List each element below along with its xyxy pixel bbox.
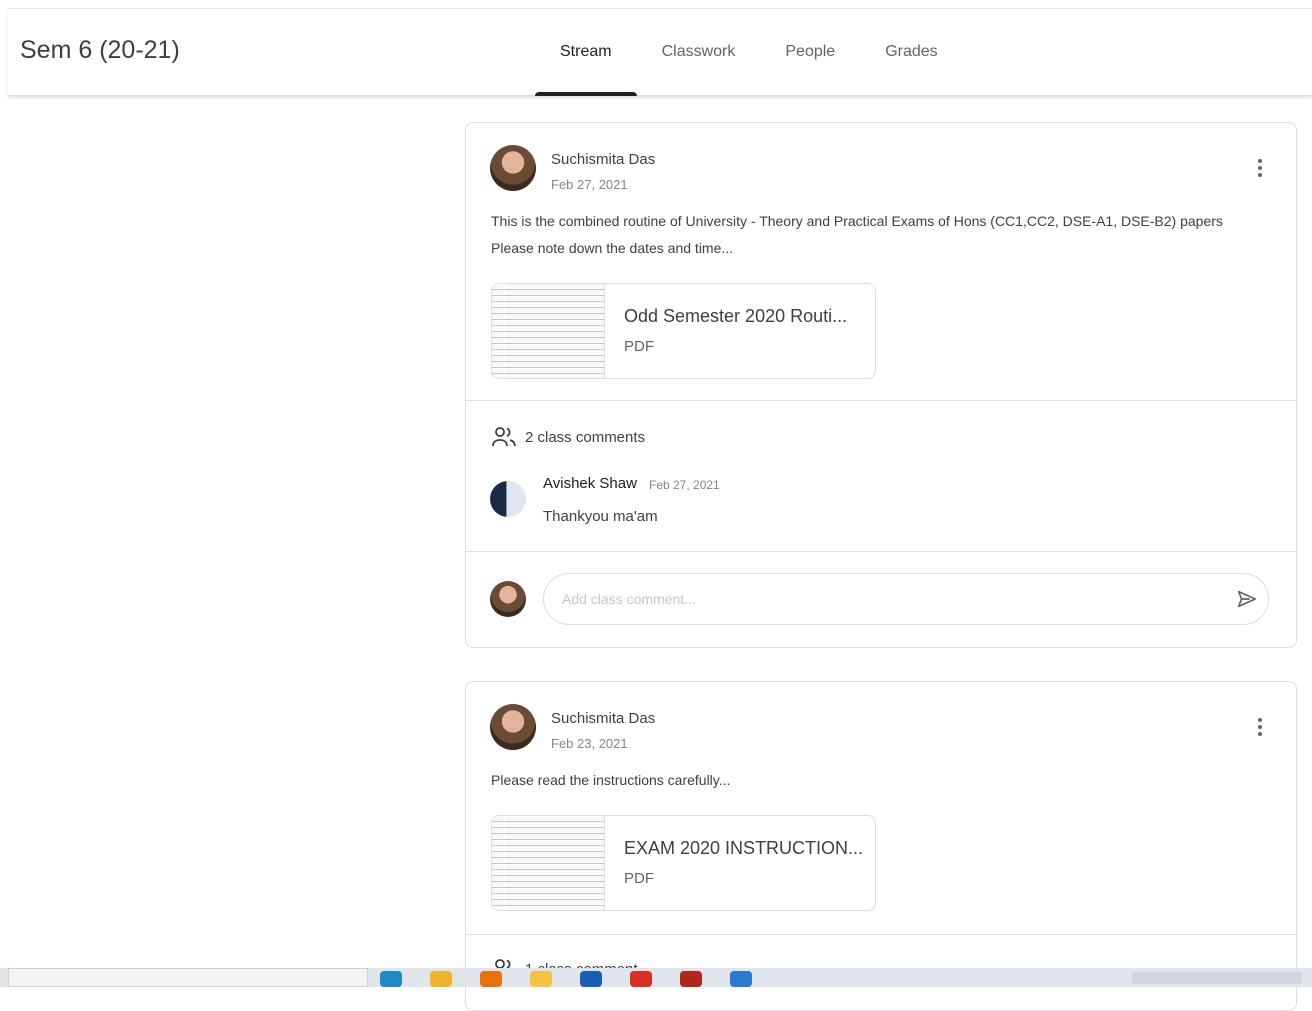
more-vert-icon[interactable]: [1250, 153, 1270, 183]
os-taskbar: [0, 968, 1312, 987]
taskbar-search-box[interactable]: [8, 968, 368, 987]
avatar: [490, 581, 526, 617]
system-tray[interactable]: [1132, 972, 1302, 984]
send-icon[interactable]: [1231, 583, 1263, 615]
post-date: Feb 23, 2021: [551, 736, 628, 751]
attachment-type: PDF: [624, 338, 654, 355]
post-body-line: Please read the instructions carefully..…: [491, 772, 731, 788]
avatar: [490, 145, 536, 191]
taskbar-app-icon[interactable]: [680, 971, 702, 987]
post-date: Feb 27, 2021: [551, 177, 628, 192]
tab-people[interactable]: People: [760, 9, 860, 95]
taskbar-app-icon[interactable]: [430, 971, 452, 987]
class-comments-link[interactable]: 2 class comments: [491, 425, 645, 449]
tab-stream[interactable]: Stream: [535, 9, 637, 96]
stream-post: Suchismita Das Feb 23, 2021 Please read …: [465, 681, 1297, 1011]
commenter-avatar: [490, 481, 526, 517]
comment-text: Thankyou ma'am: [543, 508, 658, 525]
divider: [466, 400, 1296, 401]
pdf-thumbnail: [492, 816, 605, 910]
comment-author: Avishek Shaw: [543, 475, 637, 492]
taskbar-app-icon[interactable]: [580, 971, 602, 987]
post-body-line: This is the combined routine of Universi…: [491, 213, 1223, 229]
divider: [466, 551, 1296, 552]
comment-date: Feb 27, 2021: [649, 478, 720, 492]
pdf-thumbnail: [492, 284, 605, 378]
attachment-title: EXAM 2020 INSTRUCTION...: [624, 838, 864, 858]
post-author: Suchismita Das: [551, 710, 656, 727]
divider: [466, 934, 1296, 935]
attachment-card[interactable]: EXAM 2020 INSTRUCTION... PDF: [491, 815, 876, 911]
class-header: Sem 6 (20-21) Stream Classwork People Gr…: [8, 8, 1312, 96]
attachment-type: PDF: [624, 870, 654, 887]
people-icon: [492, 427, 516, 447]
taskbar-app-icon[interactable]: [380, 971, 402, 987]
tab-bar: Stream Classwork People Grades: [535, 9, 963, 96]
class-comments-label: 2 class comments: [525, 428, 646, 446]
tab-classwork[interactable]: Classwork: [637, 9, 761, 95]
taskbar-app-icon[interactable]: [630, 971, 652, 987]
taskbar-icons: [380, 971, 752, 987]
stream-post: Suchismita Das Feb 27, 2021 This is the …: [465, 122, 1297, 648]
attachment-card[interactable]: Odd Semester 2020 Routi... PDF: [491, 283, 876, 379]
tab-grades[interactable]: Grades: [860, 9, 962, 95]
post-author: Suchismita Das: [551, 151, 656, 168]
add-comment-input[interactable]: [543, 573, 1269, 625]
taskbar-app-icon[interactable]: [530, 971, 552, 987]
class-title[interactable]: Sem 6 (20-21): [20, 36, 180, 65]
taskbar-app-icon[interactable]: [480, 971, 502, 987]
post-body-line: Please note down the dates and time...: [491, 240, 734, 256]
more-vert-icon[interactable]: [1250, 712, 1270, 742]
attachment-title: Odd Semester 2020 Routi...: [624, 306, 848, 326]
avatar: [490, 704, 536, 750]
taskbar-app-icon[interactable]: [730, 971, 752, 987]
